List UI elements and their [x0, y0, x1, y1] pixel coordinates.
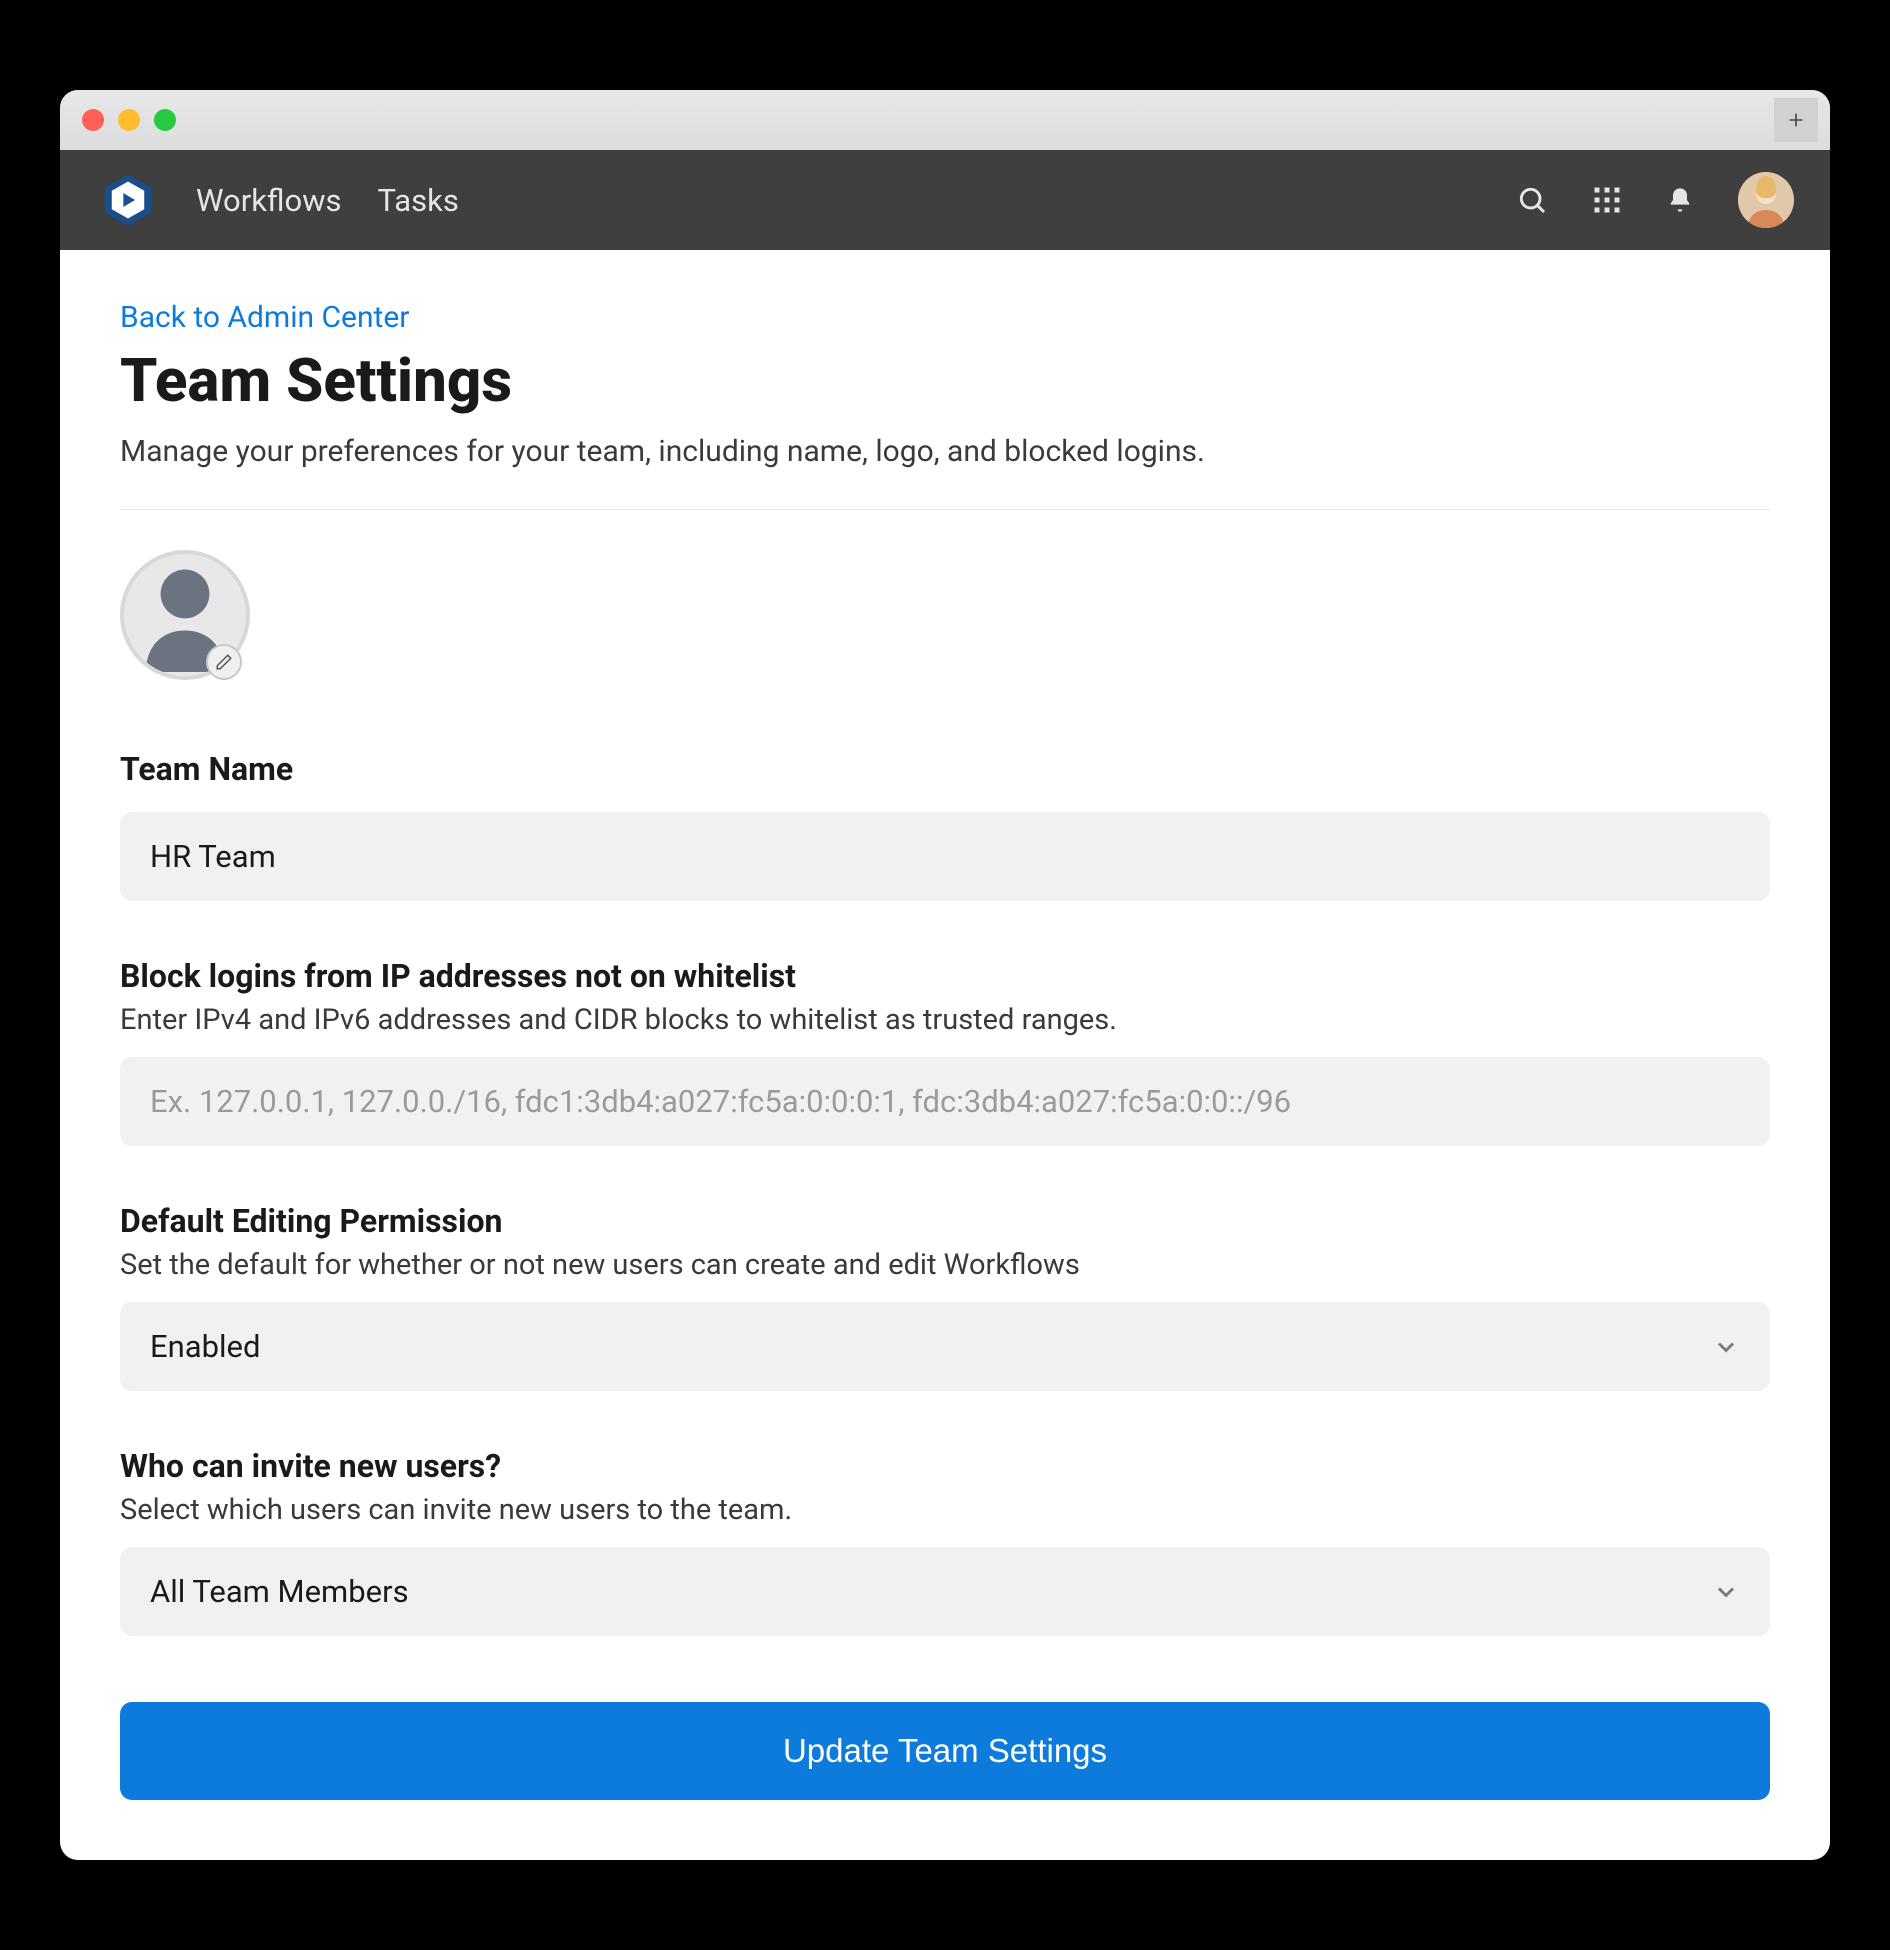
edit-permission-field: Default Editing Permission Set the defau…	[120, 1202, 1770, 1391]
new-tab-button[interactable]	[1774, 98, 1818, 142]
edit-permission-label: Default Editing Permission	[120, 1202, 1770, 1240]
invite-permission-field: Who can invite new users? Select which u…	[120, 1447, 1770, 1636]
bell-icon	[1666, 186, 1694, 214]
chevron-down-icon	[1712, 1333, 1740, 1361]
traffic-lights	[82, 109, 176, 131]
ip-whitelist-help: Enter IPv4 and IPv6 addresses and CIDR b…	[120, 1003, 1770, 1037]
divider	[120, 509, 1770, 510]
pencil-icon	[215, 653, 233, 671]
minimize-window-button[interactable]	[118, 109, 140, 131]
update-settings-button[interactable]: Update Team Settings	[120, 1702, 1770, 1800]
edit-avatar-button[interactable]	[206, 644, 242, 680]
user-avatar[interactable]	[1738, 172, 1794, 228]
nav-right	[1516, 172, 1794, 228]
invite-permission-help: Select which users can invite new users …	[120, 1493, 1770, 1527]
page-content: Back to Admin Center Team Settings Manag…	[60, 250, 1830, 1860]
edit-permission-value: Enabled	[150, 1328, 260, 1365]
invite-permission-select[interactable]: All Team Members	[120, 1547, 1770, 1636]
team-name-label: Team Name	[120, 750, 1770, 788]
app-logo[interactable]	[96, 168, 160, 232]
search-button[interactable]	[1516, 184, 1548, 216]
top-navigation: Workflows Tasks	[60, 150, 1830, 250]
window-titlebar	[60, 90, 1830, 150]
page-description: Manage your preferences for your team, i…	[120, 434, 1770, 469]
back-to-admin-link[interactable]: Back to Admin Center	[120, 300, 409, 335]
invite-permission-label: Who can invite new users?	[120, 1447, 1770, 1485]
team-name-field: Team Name	[120, 750, 1770, 901]
nav-tasks[interactable]: Tasks	[378, 182, 459, 219]
apps-button[interactable]	[1592, 185, 1622, 215]
page-title: Team Settings	[120, 345, 1770, 416]
notifications-button[interactable]	[1666, 186, 1694, 214]
chevron-down-icon	[1712, 1578, 1740, 1606]
app-window: Workflows Tasks Back to Admin Cent	[60, 90, 1830, 1860]
edit-permission-help: Set the default for whether or not new u…	[120, 1248, 1770, 1282]
close-window-button[interactable]	[82, 109, 104, 131]
search-icon	[1516, 184, 1548, 216]
avatar-icon	[1738, 172, 1794, 228]
ip-whitelist-label: Block logins from IP addresses not on wh…	[120, 957, 1770, 995]
maximize-window-button[interactable]	[154, 109, 176, 131]
ip-whitelist-field: Block logins from IP addresses not on wh…	[120, 957, 1770, 1146]
nav-workflows[interactable]: Workflows	[196, 182, 342, 219]
apps-grid-icon	[1592, 185, 1622, 215]
nav-links: Workflows Tasks	[196, 182, 459, 219]
invite-permission-value: All Team Members	[150, 1573, 409, 1610]
logo-icon	[99, 171, 157, 229]
edit-permission-select[interactable]: Enabled	[120, 1302, 1770, 1391]
plus-icon	[1785, 109, 1807, 131]
team-avatar-section	[120, 550, 250, 680]
team-name-input[interactable]	[120, 812, 1770, 901]
ip-whitelist-input[interactable]	[120, 1057, 1770, 1146]
